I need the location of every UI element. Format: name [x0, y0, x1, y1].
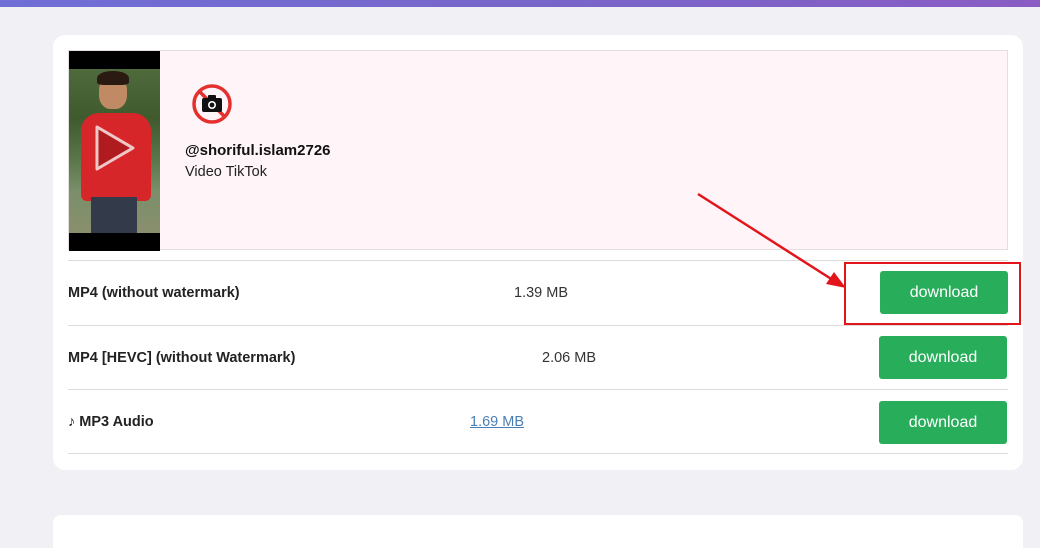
annotation-highlight-box — [844, 262, 1021, 325]
format-label: ♪ MP3 Audio — [68, 414, 154, 430]
no-camera-icon — [192, 84, 232, 124]
format-row-hevc: MP4 [HEVC] (without Watermark) 2.06 MB d… — [68, 325, 1008, 389]
play-icon[interactable] — [91, 123, 137, 173]
video-info-box: @shoriful.islam2726 Video TikTok — [68, 50, 1008, 251]
video-thumbnail[interactable] — [69, 51, 160, 251]
format-label: MP4 [HEVC] (without Watermark) — [68, 350, 296, 366]
secondary-card — [53, 515, 1023, 548]
video-username: @shoriful.islam2726 — [185, 142, 331, 159]
top-accent-bar — [0, 0, 1040, 7]
format-size-link[interactable]: 1.69 MB — [470, 414, 524, 430]
format-size: 2.06 MB — [542, 350, 596, 366]
thumbnail-image — [69, 69, 160, 233]
format-size: 1.39 MB — [514, 285, 568, 301]
download-mp3-button[interactable]: download — [879, 401, 1007, 444]
video-subtitle: Video TikTok — [185, 164, 267, 180]
download-hevc-button[interactable]: download — [879, 336, 1007, 379]
format-row-mp3: ♪ MP3 Audio 1.69 MB download — [68, 389, 1008, 454]
format-label: MP4 (without watermark) — [68, 285, 240, 301]
